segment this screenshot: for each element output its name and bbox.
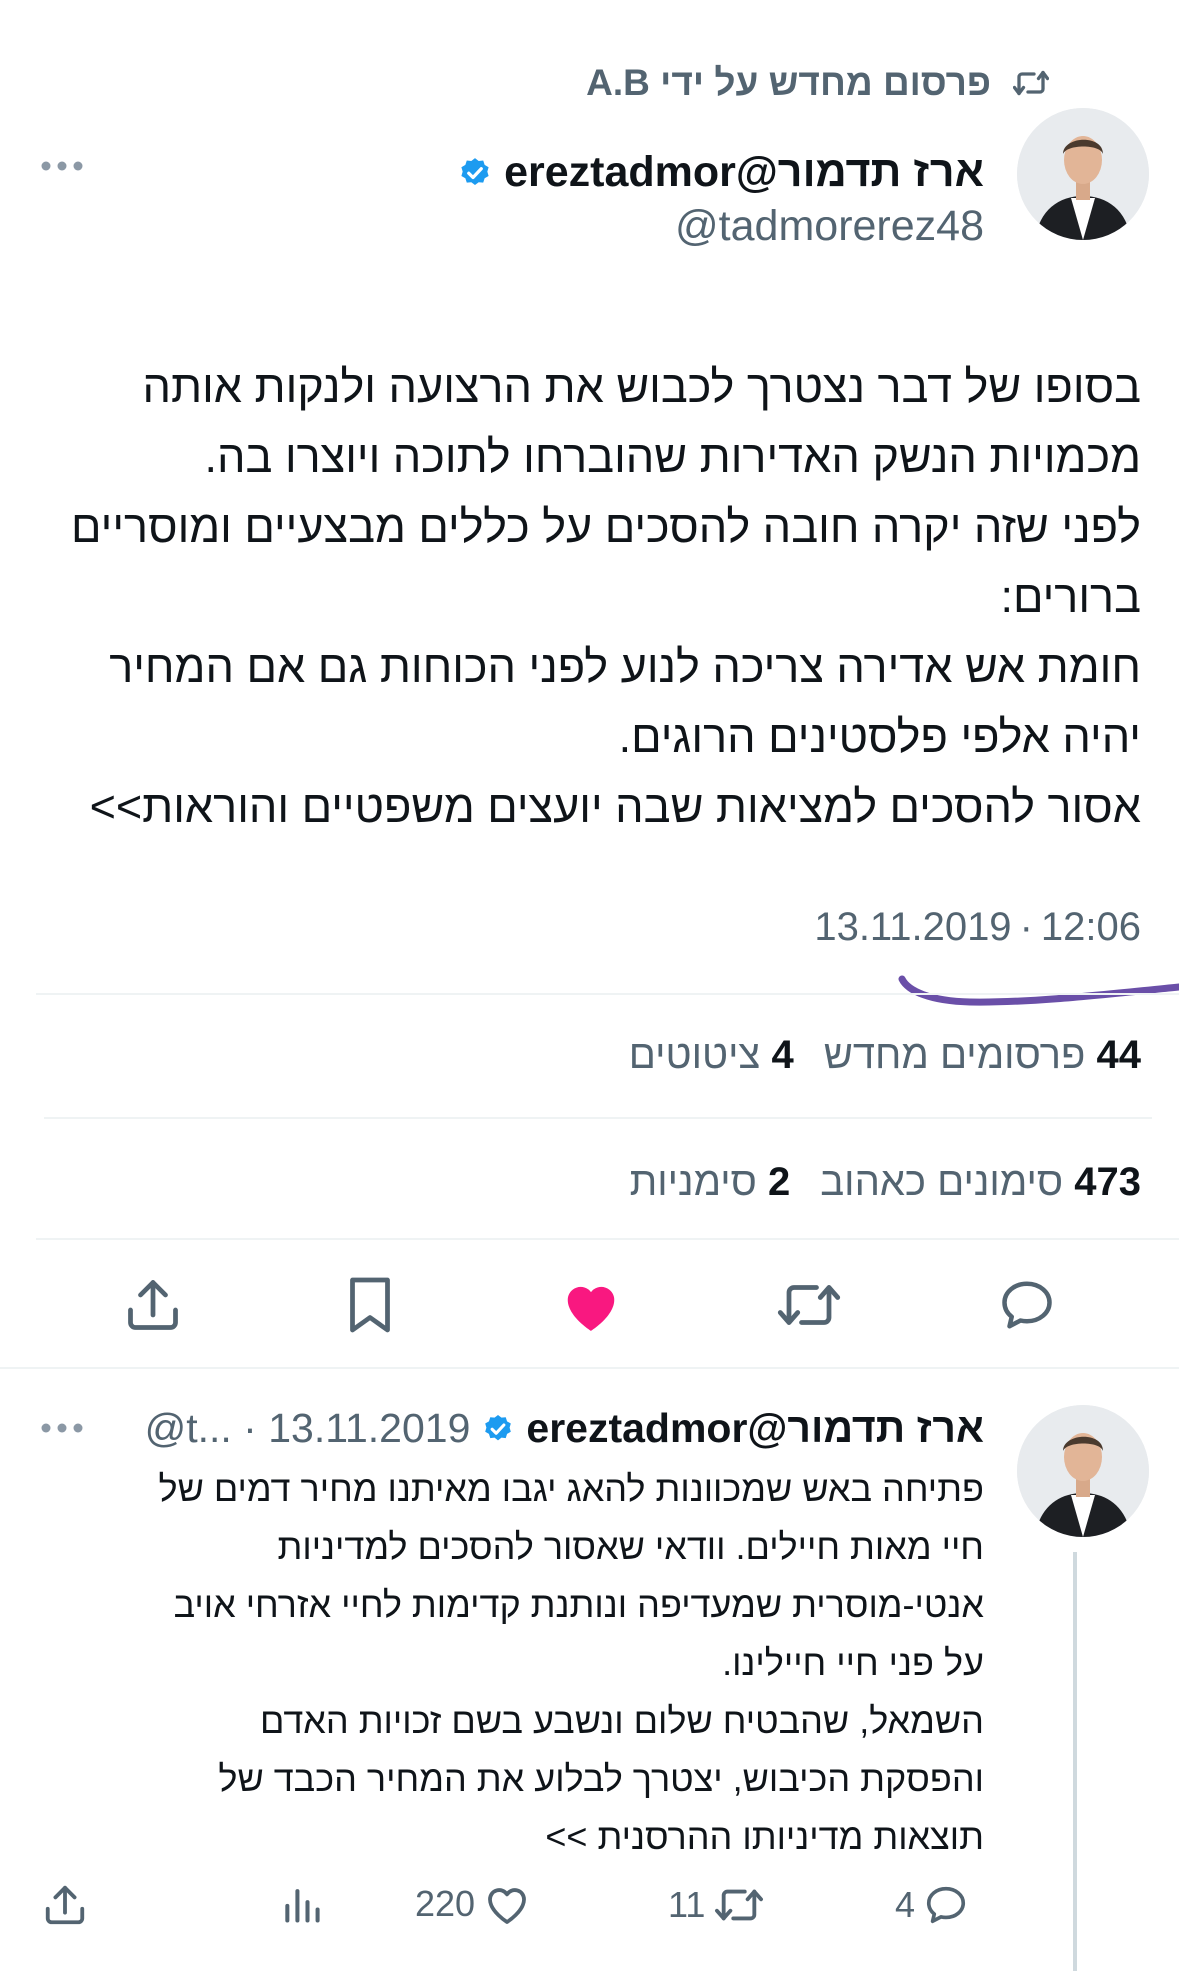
tweet-line: בסופו של דבר נצטרך לכבוש את הרצועה ולנקו… — [142, 361, 1141, 412]
display-name[interactable]: ארז תדמור@ereztadmor — [504, 148, 984, 197]
tweet-line: מכמויות הנשק האדירות שהוברחו לתוכה ויוצר… — [204, 431, 1141, 482]
tweet-timestamp[interactable]: 12:06·13.11.2019 — [814, 905, 1141, 950]
repost-header[interactable]: פרסום מחדש על ידי A.B — [586, 62, 1049, 104]
reply-avatar[interactable] — [1017, 1405, 1149, 1537]
tweet-line: אסור להסכים למציאות שבה יועצים משפטיים ו… — [89, 781, 1141, 832]
thread-line — [1073, 1552, 1077, 1971]
reply-line: תוצאות מדיניותו ההרסנית >> — [545, 1816, 984, 1857]
tweet-line: יהיה אלפי פלסטינים הרוגים. — [618, 711, 1141, 762]
repost-icon[interactable] — [776, 1275, 842, 1335]
quotes-stat[interactable]: 4 ציטוטים — [629, 1033, 794, 1078]
share-icon[interactable] — [42, 1882, 88, 1928]
more-icon[interactable] — [40, 160, 84, 172]
reply-icon[interactable] — [997, 1275, 1057, 1335]
reply-line: על פני חיי חיילינו. — [722, 1642, 984, 1683]
divider — [0, 1367, 1179, 1369]
divider — [36, 993, 1179, 995]
reply-count: 4 — [895, 1884, 916, 1925]
tweet-author[interactable]: ארז תדמור@ereztadmor — [458, 148, 984, 197]
likes-stat[interactable]: 473 סימונים כאהוב — [820, 1160, 1141, 1205]
like-count: 220 — [415, 1883, 476, 1924]
stats-row-likes: 473 סימונים כאהוב 2 סימניות — [630, 1160, 1141, 1205]
reply-author[interactable]: ארז תדמור@ereztadmor @t... · 13.11.2019 — [145, 1405, 984, 1452]
divider — [36, 1238, 1179, 1240]
avatar[interactable] — [1017, 108, 1149, 240]
repost-count: 11 — [668, 1884, 706, 1925]
repost-icon — [1013, 68, 1049, 98]
tweet-text: בסופו של דבר נצטרך לכבוש את הרצועה ולנקו… — [31, 352, 1141, 842]
views-icon[interactable] — [280, 1882, 324, 1926]
reply-display-name[interactable]: ארז תדמור@ereztadmor — [526, 1405, 984, 1452]
reply-line: חיי מאות חיילים. וודאי שאסור להסכים למדי… — [277, 1526, 984, 1567]
reposts-stat[interactable]: 44 פרסומים מחדש — [824, 1033, 1141, 1078]
reply-repost-action[interactable]: 11 — [668, 1882, 765, 1928]
like-icon[interactable] — [560, 1275, 622, 1335]
share-icon[interactable] — [123, 1275, 183, 1335]
verified-badge-icon — [458, 156, 492, 190]
annotation-underline — [898, 975, 1179, 1006]
divider — [44, 1117, 1152, 1119]
reply-line: השמאל, שהבטיח שלום ונשבע בשם זכויות האדם — [259, 1700, 984, 1741]
tweet-time: 12:06 — [1040, 905, 1141, 949]
stats-row-reposts: 44 פרסומים מחדש 4 ציטוטים — [629, 1033, 1141, 1078]
reply-line: אנטי-מוסרית שמעדיפה ונותנת קדימות לחיי א… — [173, 1584, 984, 1625]
reply-like-action[interactable]: 220 — [415, 1882, 531, 1926]
reply-reply-action[interactable]: 4 — [895, 1882, 969, 1928]
handle[interactable]: @tadmorerez48 — [675, 202, 984, 251]
bookmarks-stat[interactable]: 2 סימניות — [630, 1160, 791, 1205]
tweet-line: חומת אש אדירה צריכה לנוע לפני הכוחות גם … — [109, 641, 1141, 692]
tweet-date: 13.11.2019 — [814, 905, 1012, 949]
tweet-line: לפני שזה יקרה חובה להסכים על כללים מבצעי… — [71, 501, 1141, 552]
reply-text: פתיחה באש שמכוונות להאג יגבו מאיתנו מחיר… — [34, 1460, 985, 1866]
tweet-line: ברורים: — [1000, 571, 1142, 622]
bookmark-icon[interactable] — [344, 1275, 396, 1335]
more-icon[interactable] — [40, 1422, 84, 1434]
repost-header-text: פרסום מחדש על ידי A.B — [586, 62, 991, 103]
repost-icon — [713, 1882, 765, 1928]
reply-line: פתיחה באש שמכוונות להאג יגבו מאיתנו מחיר… — [158, 1468, 985, 1509]
reply-meta[interactable]: @t... · 13.11.2019 — [145, 1405, 471, 1452]
reply-icon — [923, 1882, 969, 1928]
reply-line: והפסקת הכיבוש, יצטרך לבלוע את המחיר הכבד… — [218, 1758, 984, 1799]
like-icon — [483, 1882, 531, 1926]
verified-badge-icon — [482, 1413, 514, 1445]
